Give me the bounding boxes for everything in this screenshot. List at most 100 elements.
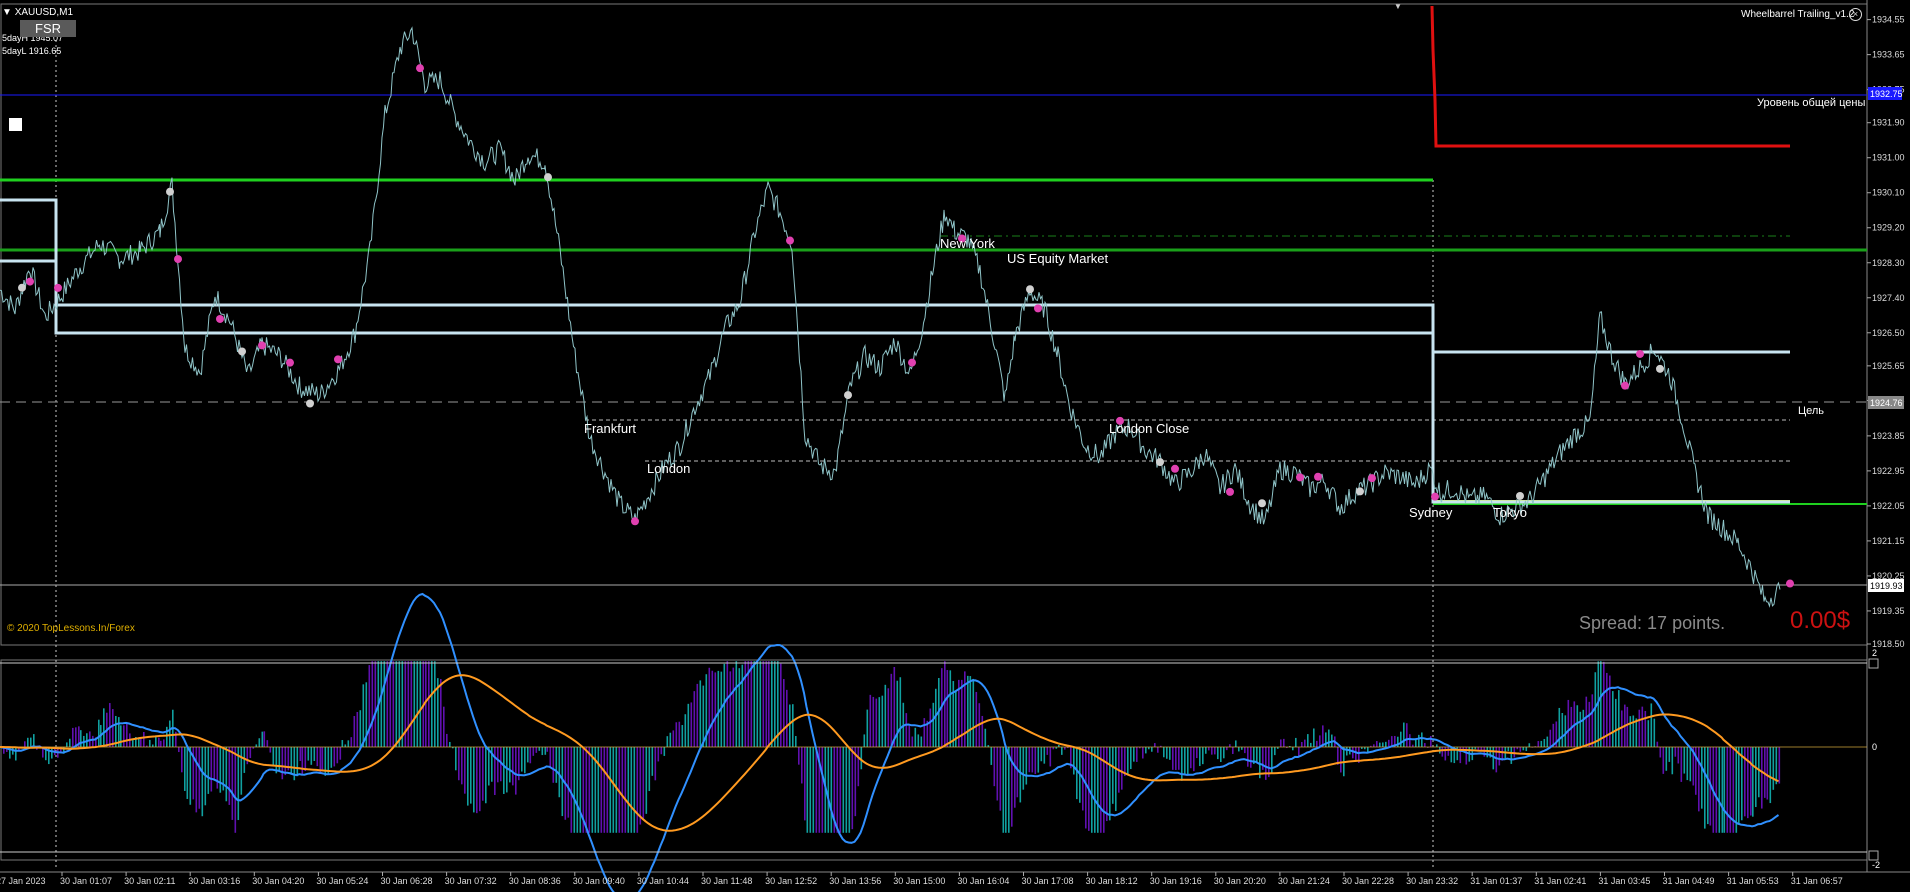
signal-marker (216, 314, 224, 323)
oscillator-bar (416, 661, 419, 747)
oscillator-bar (1510, 747, 1513, 764)
oscillator-bar (884, 684, 887, 747)
oscillator-bar (479, 747, 481, 812)
oscillator-bar (567, 747, 570, 818)
oscillator-bar (1626, 706, 1629, 747)
price-tick-label: 1928.30 (1872, 258, 1905, 268)
signal-marker (1656, 364, 1664, 373)
osc-scale-icon[interactable] (1868, 850, 1879, 861)
oscillator-bar (307, 747, 310, 761)
oscillator-bar (881, 695, 884, 747)
oscillator-bar (1726, 747, 1729, 833)
oscillator-bar (1109, 747, 1111, 821)
oscillator-bar (975, 691, 978, 747)
symbol-title[interactable]: ▼ XAUUSD,M1 (2, 7, 73, 18)
oscillator-bar (759, 661, 762, 747)
oscillator-bar (169, 720, 171, 747)
oscillator-bar (984, 728, 987, 747)
oscillator-bar (92, 735, 94, 747)
oscillator-bar (633, 747, 636, 833)
oscillator-bar (1037, 747, 1040, 773)
oscillator-bar (804, 747, 806, 821)
oscillator-bar (321, 747, 324, 771)
oscillator-bar (1298, 747, 1300, 757)
oscillator-bar (627, 747, 630, 833)
oscillator-bar (1235, 740, 1237, 747)
oscillator-bar (702, 685, 705, 747)
time-tick-label: 30 Jan 05:24 (316, 876, 368, 886)
oscillator-bar (890, 673, 893, 747)
price-tick-label: 1934.55 (1872, 15, 1905, 25)
oscillator-bar (1441, 747, 1444, 757)
oscillator-bar (1154, 743, 1156, 747)
price-chart[interactable]: 1934.55 1933.65 1932.75 1931.90 1931.00 1930.… (0, 0, 1910, 892)
price-tick-label: 1927.40 (1872, 293, 1905, 303)
time-tick-label: 30 Jan 19:16 (1150, 876, 1202, 886)
oscillator-bar (494, 747, 496, 796)
oscillator-bar (184, 747, 186, 791)
oscillator-bar (398, 661, 401, 747)
oscillator-bar (1319, 735, 1321, 747)
oscillator-bar (1220, 747, 1222, 763)
oscillator-bar (863, 734, 866, 747)
oscillator-bar (1701, 747, 1703, 809)
osc-scale-icon[interactable] (1868, 658, 1879, 669)
price-tick-label: 1925.65 (1872, 361, 1905, 371)
oscillator-bar (657, 747, 660, 762)
oscillator-bar (1340, 747, 1342, 773)
oscillator-bar (651, 747, 654, 776)
oscillator-bar (1187, 747, 1189, 775)
oscillator-bar (753, 661, 756, 747)
oscillator-bar (313, 747, 316, 761)
spread-text: Spread: 17 points. (1579, 613, 1725, 633)
price-tick-label: 1933.65 (1872, 50, 1905, 60)
oscillator-bar (1283, 738, 1285, 747)
oscillator-bar (780, 663, 782, 747)
session-label-us-equity: US Equity Market (1007, 251, 1109, 266)
signal-marker (286, 358, 294, 367)
oscillator-bar (1211, 747, 1213, 755)
oscillator-bar (558, 747, 561, 798)
oscillator-bar (126, 723, 128, 747)
oscillator-bar (1040, 747, 1043, 762)
time-tick-label: 31 Jan 03:45 (1598, 876, 1650, 886)
oscillator-bar (163, 739, 165, 747)
oscillator-bar (1214, 747, 1216, 755)
oscillator-bar (1755, 747, 1757, 808)
oscillator-bar (1677, 747, 1680, 764)
price-axis[interactable]: 1934.55 1933.65 1932.75 1931.90 1931.00 1930.… (1867, 15, 1905, 649)
time-axis[interactable]: 27 Jan 2023 30 Jan 01:07 30 Jan 02:11 30 Ja… (0, 872, 1843, 886)
time-tick-label: 30 Jan 03:16 (188, 876, 240, 886)
oscillator-bar (228, 747, 231, 805)
triangle-down-icon[interactable]: ▼ (2, 7, 12, 18)
oscillator-bar (120, 725, 122, 747)
oscillator-bar (993, 747, 996, 787)
oscillator-bar (699, 680, 702, 747)
oscillator-bar (1721, 747, 1724, 833)
oscillator-bar (783, 679, 785, 747)
signal-marker (786, 236, 794, 245)
trailing-stop-line (1430, 5, 1790, 148)
oscillator-bar (967, 675, 969, 747)
oscillator-bar (266, 740, 269, 747)
oscillator-bar (15, 747, 17, 761)
oscillator-bar (750, 661, 753, 747)
oscillator-bar (666, 736, 669, 747)
oscillator-bar (296, 747, 299, 777)
oscillator-bar (1403, 722, 1405, 747)
oscillator-bar (155, 736, 157, 747)
oscillator-bar (878, 697, 881, 747)
oscillator-bar (1644, 710, 1647, 747)
toggle-checkbox[interactable] (9, 118, 22, 131)
osc-axis-label: -2 (1872, 860, 1880, 870)
scroll-marker-icon[interactable]: ▼ (1394, 2, 1402, 11)
oscillator-bar (905, 713, 908, 747)
oscillator-bar (1750, 747, 1752, 816)
signal-marker (1368, 474, 1376, 483)
oscillator-bar (893, 666, 896, 747)
oscillator-bar (1758, 747, 1760, 798)
close-icon[interactable]: × (1849, 8, 1862, 21)
oscillator-bar (1112, 747, 1114, 804)
oscillator-bar (860, 747, 863, 770)
fsr-button[interactable]: FSR (20, 20, 76, 37)
